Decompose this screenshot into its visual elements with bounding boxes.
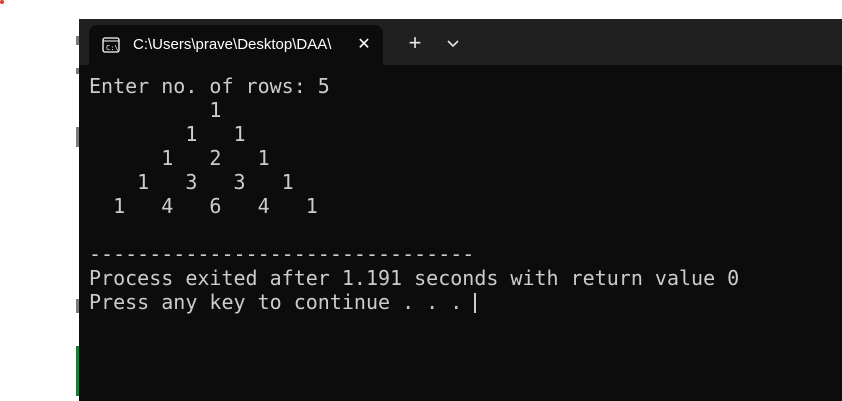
terminal-line: 1 2 1 — [89, 146, 270, 170]
terminal-window: C:\ C:\Users\prave\Desktop\DAA\ ✕ + Ente… — [79, 19, 842, 401]
terminal-line: Press any key to continue . . . — [89, 290, 475, 314]
terminal-line: 1 4 6 4 1 — [89, 194, 318, 218]
terminal-prompt-line: Press any key to continue . . . — [89, 290, 829, 314]
terminal-line: 1 — [89, 98, 222, 122]
text-cursor — [474, 293, 477, 313]
tab-bar: C:\ C:\Users\prave\Desktop\DAA\ ✕ + — [79, 19, 842, 65]
terminal-output[interactable]: Enter no. of rows: 5 1 1 1 1 2 1 1 3 3 1… — [89, 74, 829, 314]
terminal-icon: C:\ — [102, 37, 120, 53]
terminal-tab[interactable]: C:\ C:\Users\prave\Desktop\DAA\ ✕ — [89, 25, 383, 65]
terminal-line: -------------------------------- — [89, 242, 475, 266]
terminal-line: Enter no. of rows: 5 — [89, 74, 330, 98]
tab-title: C:\Users\prave\Desktop\DAA\ — [133, 36, 332, 53]
terminal-line: 1 1 — [89, 122, 246, 146]
close-tab-button[interactable]: ✕ — [353, 34, 375, 56]
chevron-down-icon[interactable] — [443, 34, 463, 54]
terminal-line: 1 3 3 1 — [89, 170, 294, 194]
red-marker — [0, 0, 4, 4]
new-tab-button[interactable]: + — [404, 32, 426, 54]
svg-text:C:\: C:\ — [106, 44, 119, 52]
terminal-line: Process exited after 1.191 seconds with … — [89, 266, 740, 290]
